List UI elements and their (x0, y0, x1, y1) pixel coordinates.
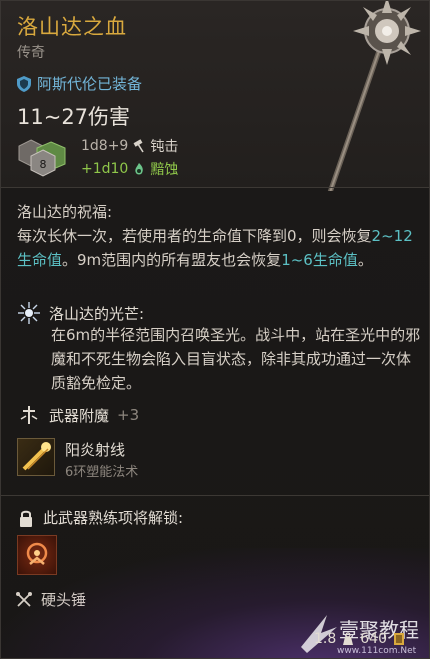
smash-glyph-icon (26, 542, 48, 565)
proficiency-row: 此武器熟练项将解锁: (17, 507, 183, 528)
necrotic-icon (135, 163, 144, 175)
radiance-text: 在6m的半径范围内召唤圣光。战斗中，站在圣光中的邪魔和不死生物会陷入目盲状态，除… (51, 326, 421, 392)
spell-divider (1, 495, 429, 496)
concussive-smash-icon[interactable] (17, 535, 57, 575)
equipped-status: 阿斯代伦已装备 (17, 73, 142, 94)
proficiency-lock-icon (20, 510, 32, 527)
dice-badge: 8 (40, 158, 47, 171)
enchant-row: 武器附魔 +3 (17, 403, 139, 427)
item-rarity: 传奇 (17, 45, 45, 61)
spell-name: 阳炎射线 (65, 441, 126, 459)
blessing-text-a: 每次长休一次，若使用者的生命值下降到0，则会恢复 (17, 227, 372, 245)
sunbeam-glyph-icon (22, 442, 51, 471)
bonus-damage-dice: +1d10 (81, 161, 129, 177)
equipped-text: 阿斯代伦已装备 (37, 75, 143, 93)
mace-art-icon (327, 1, 421, 191)
enchant-bonus: +3 (117, 406, 140, 424)
radiance-heading: 洛山达的光芒: (17, 301, 144, 325)
hammer-icon (133, 139, 145, 153)
damage-type: 钝击 (150, 139, 179, 155)
proficiency-label: 此武器熟练项将解锁: (43, 509, 184, 527)
blessing-text-b: 。9m范围内的所有盟友也会恢复 (62, 251, 282, 269)
damage-line-bonus: +1d10 黯蚀 (81, 159, 178, 179)
item-weight: 1.8 (314, 631, 337, 647)
sunburst-icon (18, 302, 40, 324)
bonus-damage-type: 黯蚀 (150, 162, 179, 178)
damage-line-primary: 1d8+9 钝击 (81, 136, 178, 156)
equipped-shield-icon (17, 75, 31, 92)
enchant-icon (20, 406, 38, 424)
weapon-type-row: 硬头锤 (15, 589, 86, 610)
enchant-label: 武器附魔 (49, 406, 110, 425)
item-name: 洛山达之血 (17, 15, 127, 39)
radiance-title: 洛山达的光芒: (49, 304, 145, 323)
heal-allies-value: 1~6生命值 (281, 251, 358, 269)
dice-icon: 8 (18, 139, 66, 177)
damage-range: 11~27伤害 (17, 105, 131, 129)
item-tooltip: 洛山达之血 传奇 阿斯代伦已装备 11~27伤害 8 1d8+9 钝击 +1d1… (0, 0, 430, 659)
crossed-maces-icon (16, 591, 32, 607)
item-value: 640 (360, 631, 387, 647)
weight-icon (343, 632, 354, 645)
blessing-section: 洛山达的祝福: 每次长休一次，若使用者的生命值下降到0，则会恢复2~12生命值。… (17, 200, 417, 272)
gold-icon (394, 633, 404, 645)
spell-level: 6环塑能法术 (65, 465, 139, 480)
blessing-text: 每次长休一次，若使用者的生命值下降到0，则会恢复2~12生命值。9m范围内的所有… (17, 224, 417, 272)
header-divider (1, 187, 429, 188)
blessing-text-c: 。 (357, 251, 373, 269)
weapon-type: 硬头锤 (41, 591, 87, 609)
watermark-line2: www.111com.Net (337, 646, 417, 656)
blessing-title: 洛山达的祝福: (17, 203, 113, 221)
sunbeam-spell-icon[interactable] (17, 438, 55, 476)
weight-value-row: 1.8 640 (314, 631, 405, 647)
damage-dice: 1d8+9 (81, 138, 129, 154)
